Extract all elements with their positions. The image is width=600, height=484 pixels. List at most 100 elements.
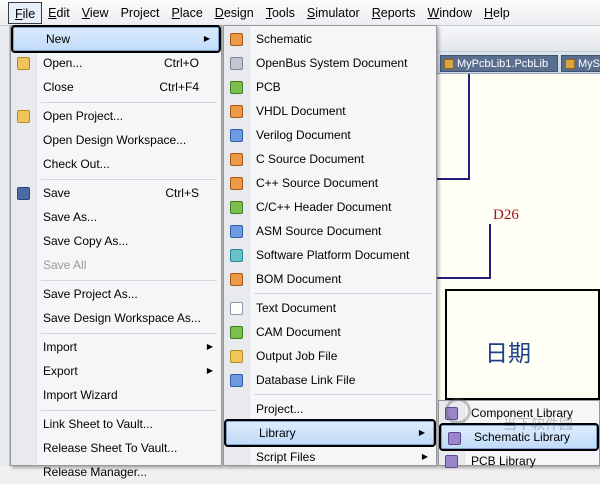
menu-item-label: Output Job File	[256, 349, 338, 363]
menu-item-import-wizard[interactable]: Import Wizard	[11, 383, 221, 407]
cpp-source-doc-icon	[230, 177, 243, 190]
menu-item-database-link-file[interactable]: Database Link File	[224, 368, 436, 392]
menu-separator	[254, 394, 432, 395]
menu-item-save-all: Save All	[11, 253, 221, 277]
menu-item-save-design-workspace-as[interactable]: Save Design Workspace As...	[11, 306, 221, 330]
shortcut-label: Ctrl+S	[165, 186, 199, 200]
menu-item-verilog-document[interactable]: Verilog Document	[224, 123, 436, 147]
tab-label: MyPcbLib1.PcbLib	[457, 58, 549, 70]
tab-label: MySchl	[578, 58, 600, 70]
menu-item-bom-document[interactable]: BOM Document	[224, 267, 436, 291]
menu-help[interactable]: Help	[478, 2, 516, 24]
menu-item-link-sheet-to-vault[interactable]: Link Sheet to Vault...	[11, 412, 221, 436]
verilog-doc-icon	[230, 129, 243, 142]
menu-item-new[interactable]: New ▶	[11, 25, 221, 53]
menu-item-close[interactable]: Close Ctrl+F4	[11, 75, 221, 99]
menu-item-label: Export	[43, 364, 78, 378]
menu-item-label: New	[46, 32, 71, 46]
menu-item-save[interactable]: Save Ctrl+S	[11, 181, 221, 205]
menu-item-label: Library	[259, 426, 296, 440]
menu-item-label: Save As...	[43, 210, 98, 224]
menu-item-import[interactable]: Import ▶	[11, 335, 221, 359]
toolbar	[436, 26, 600, 52]
left-panel-strip	[0, 26, 10, 466]
menu-place[interactable]: Place	[166, 2, 209, 24]
submenu-arrow-icon: ▶	[203, 34, 210, 43]
menu-item-asm-source-document[interactable]: ASM Source Document	[224, 219, 436, 243]
menu-item-check-out[interactable]: Check Out...	[11, 152, 221, 176]
menu-item-label: Release Manager...	[43, 465, 148, 479]
menu-item-schematic[interactable]: Schematic	[224, 27, 436, 51]
shortcut-label: Ctrl+F4	[159, 80, 199, 94]
menu-tools[interactable]: Tools	[260, 2, 301, 24]
folder-open-icon	[17, 57, 30, 70]
menu-item-label: C Source Document	[256, 152, 365, 166]
text-doc-icon	[230, 302, 243, 315]
menu-project[interactable]: Project	[115, 2, 166, 24]
menu-item-label: Check Out...	[43, 157, 110, 171]
database-link-icon	[230, 374, 243, 387]
menu-item-c-source-document[interactable]: C Source Document	[224, 147, 436, 171]
menu-item-label: Save Project As...	[43, 287, 138, 301]
menu-item-output-job-file[interactable]: Output Job File	[224, 344, 436, 368]
menu-separator	[254, 293, 432, 294]
menu-simulator[interactable]: Simulator	[301, 2, 366, 24]
menu-item-label: Database Link File	[256, 373, 356, 387]
pcb-doc-icon	[230, 81, 243, 94]
menu-item-software-platform-document[interactable]: Software Platform Document	[224, 243, 436, 267]
menu-item-vhdl-document[interactable]: VHDL Document	[224, 99, 436, 123]
menu-file[interactable]: File	[8, 1, 43, 24]
menu-item-save-project-as[interactable]: Save Project As...	[11, 282, 221, 306]
menu-item-label: Save Design Workspace As...	[43, 311, 201, 325]
menu-item-label: Open...	[43, 56, 83, 70]
menu-design[interactable]: Design	[209, 2, 260, 24]
menu-item-label: C/C++ Header Document	[256, 200, 392, 214]
menu-item-script-files[interactable]: Script Files ▶	[224, 445, 436, 469]
schematic-doc-icon	[230, 33, 243, 46]
menu-item-label: Open Design Workspace...	[43, 133, 187, 147]
menu-item-save-as[interactable]: Save As...	[11, 205, 221, 229]
menu-view[interactable]: View	[76, 2, 115, 24]
menu-item-label: Open Project...	[43, 109, 124, 123]
watermark-logo	[445, 398, 471, 424]
schematic-box-text: 日期	[485, 340, 531, 366]
menu-separator	[41, 101, 217, 103]
menu-item-text-document[interactable]: Text Document	[224, 296, 436, 320]
menu-item-open-project[interactable]: Open Project...	[11, 104, 221, 128]
output-job-icon	[230, 350, 243, 363]
menu-item-label: Import Wizard	[43, 388, 118, 402]
tab-schlib[interactable]: MySchl	[561, 55, 600, 72]
menu-item-cam-document[interactable]: CAM Document	[224, 320, 436, 344]
menu-item-pcb-library[interactable]: PCB Library	[439, 449, 599, 473]
menu-reports[interactable]: Reports	[366, 2, 422, 24]
header-doc-icon	[230, 201, 243, 214]
menu-item-open[interactable]: Open... Ctrl+O	[11, 51, 221, 75]
menu-item-openbus-system-document[interactable]: OpenBus System Document	[224, 51, 436, 75]
menu-item-label: Save Copy As...	[43, 234, 129, 248]
menu-item-label: Schematic	[256, 32, 313, 46]
tab-pcblib[interactable]: MyPcbLib1.PcbLib	[440, 55, 558, 72]
cam-doc-icon	[230, 326, 243, 339]
submenu-arrow-icon: ▶	[206, 366, 213, 375]
menu-item-label: OpenBus System Document	[256, 56, 408, 70]
menu-edit[interactable]: Edit	[42, 2, 76, 24]
menu-item-label: Close	[43, 80, 74, 94]
menu-separator	[41, 409, 217, 411]
menu-item-label: C++ Source Document	[256, 176, 379, 190]
folder-project-icon	[17, 110, 30, 123]
menu-item-open-design-workspace[interactable]: Open Design Workspace...	[11, 128, 221, 152]
menu-item-c-source-document[interactable]: C++ Source Document	[224, 171, 436, 195]
menu-item-c-c-header-document[interactable]: C/C++ Header Document	[224, 195, 436, 219]
menu-window[interactable]: Window	[422, 2, 478, 24]
menu-item-pcb[interactable]: PCB	[224, 75, 436, 99]
menu-item-label: Link Sheet to Vault...	[43, 417, 153, 431]
menu-item-label: Import	[43, 340, 78, 354]
menu-item-save-copy-as[interactable]: Save Copy As...	[11, 229, 221, 253]
menu-item-release-sheet-to-vault[interactable]: Release Sheet To Vault...	[11, 436, 221, 460]
menu-item-label: Verilog Document	[256, 128, 351, 142]
menu-item-label: PCB Library	[471, 454, 536, 468]
menu-item-export[interactable]: Export ▶	[11, 359, 221, 383]
menu-item-library[interactable]: Library ▶	[224, 419, 436, 447]
menu-item-release-manager[interactable]: Release Manager...	[11, 460, 221, 484]
menu-item-project[interactable]: Project...	[224, 397, 436, 421]
